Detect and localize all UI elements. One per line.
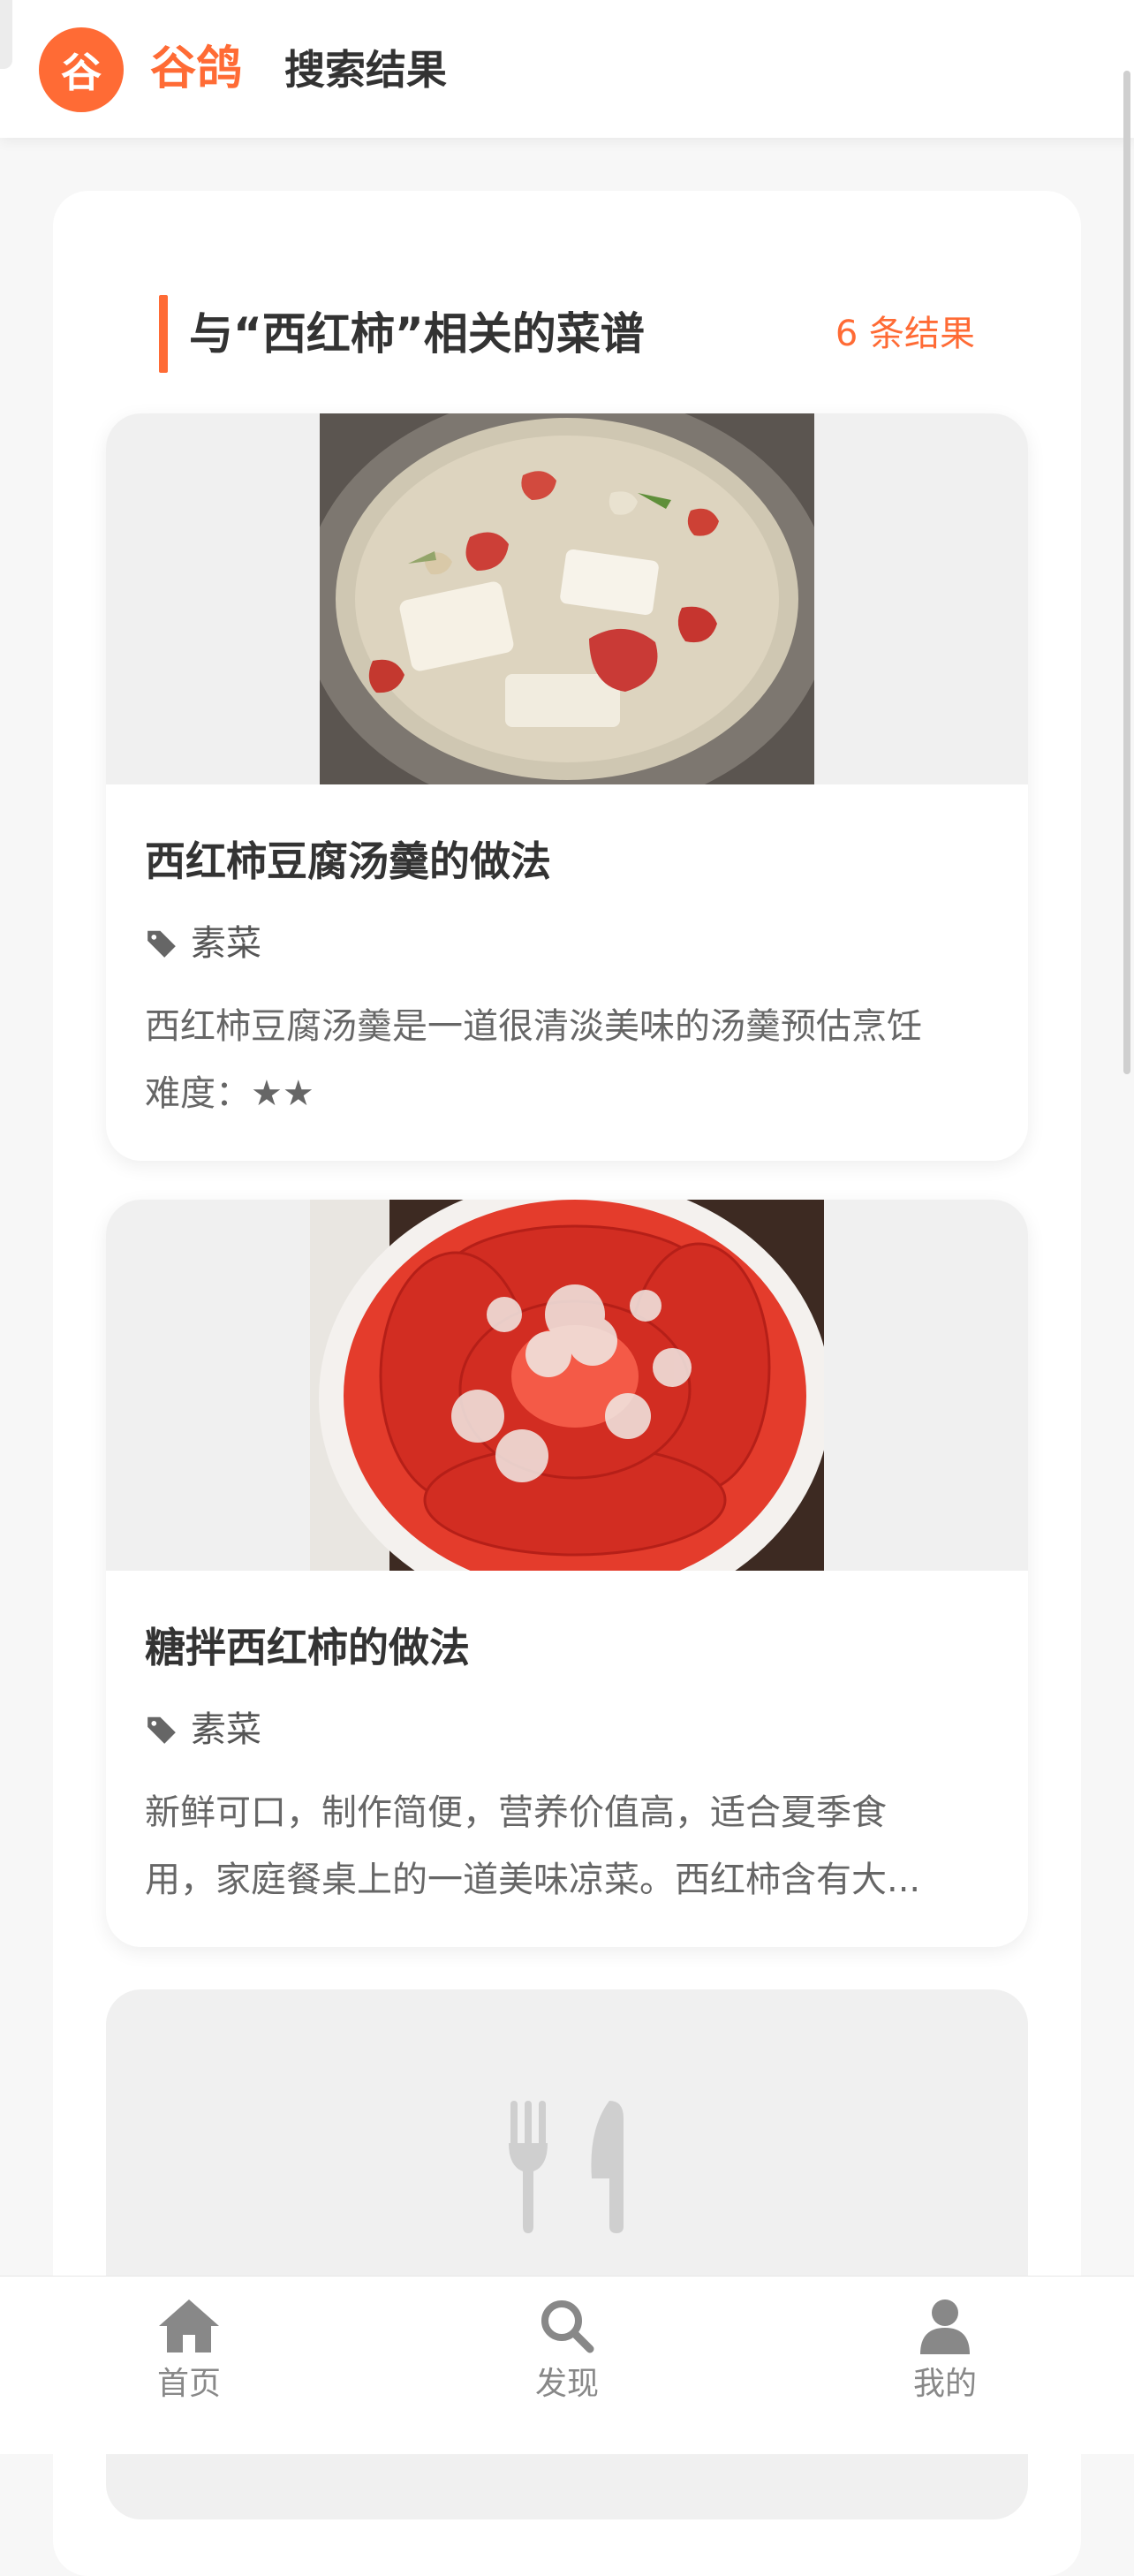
home-icon [159,2299,219,2352]
recipe-description-line: 难度：★★ [145,1073,314,1114]
logo-char: 谷 [61,49,102,96]
recipe-title[interactable]: 糖拌西红柿的做法 [145,1622,470,1673]
recipe-category-label: 素菜 [191,1709,261,1750]
edge-tab [0,0,12,69]
section-accent-bar [159,295,168,373]
page-title: 搜索结果 [284,46,447,94]
result-count: 6 条结果 [835,314,975,354]
bottom-nav: 首页 发现 我的 [0,2276,1134,2454]
recipe-description: 西红柿豆腐汤羹是一道很清淡美味的汤羹预估烹饪 难度：★★ [145,993,993,1127]
recipe-description-line: 用，家庭餐桌上的一道美味凉菜。西红柿含有大... [145,1860,921,1900]
scrollbar[interactable] [1123,71,1130,1074]
recipe-card[interactable]: 西红柿豆腐汤羹的做法 素菜 西红柿豆腐汤羹是一道很清淡美味的汤羹预估烹饪 难度：… [106,413,1028,1161]
recipe-category: 素菜 [145,1707,261,1753]
top-header: 谷 谷鸽 搜索结果 [0,0,1134,138]
brand-name[interactable]: 谷鸽 [150,42,242,95]
recipe-title[interactable]: 西红柿豆腐汤羹的做法 [145,836,551,887]
nav-home[interactable]: 首页 [118,2298,260,2406]
tag-icon [147,1716,176,1744]
recipe-photo-sugar-tomato [310,1200,824,1571]
nav-mine[interactable]: 我的 [874,2298,1016,2406]
nav-home-label: 首页 [156,2366,221,2402]
recipe-image-frame [106,413,1028,784]
section-header: 与“西红柿”相关的菜谱 6 条结果 [159,295,989,373]
nav-mine-label: 我的 [912,2366,977,2402]
recipe-card[interactable]: 糖拌西红柿的做法 素菜 新鲜可口，制作简便，营养价值高，适合夏季食 用，家庭餐桌… [106,1200,1028,1947]
recipe-image-frame [106,1200,1028,1571]
tag-icon [147,930,176,958]
recipe-category-label: 素菜 [191,923,261,964]
nav-discover-label: 发现 [534,2366,599,2402]
recipe-description-line: 西红柿豆腐汤羹是一道很清淡美味的汤羹预估烹饪 [145,1006,922,1047]
recipe-photo-tomato-tofu-soup [320,413,814,784]
recipe-description: 新鲜可口，制作简便，营养价值高，适合夏季食 用，家庭餐桌上的一道美味凉菜。西红柿… [145,1779,993,1913]
user-icon [920,2299,970,2354]
utensils-icon [509,2101,624,2233]
recipe-description-line: 新鲜可口，制作简便，营养价值高，适合夏季食 [145,1792,887,1833]
logo-badge[interactable]: 谷 [39,27,124,112]
recipe-category: 素菜 [145,921,261,966]
nav-discover[interactable]: 发现 [496,2298,638,2406]
section-title: 与“西红柿”相关的菜谱 [189,308,645,360]
search-icon [541,2300,594,2353]
